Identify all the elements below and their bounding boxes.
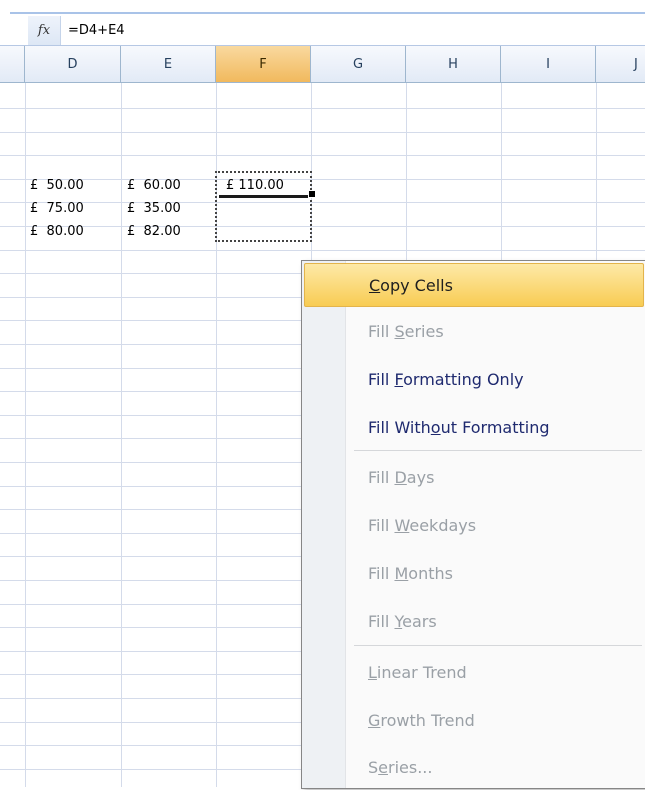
menu-item-text: eekdays — [409, 516, 477, 535]
cell-e4[interactable]: £ 60.00 — [127, 176, 181, 196]
menu-item-9[interactable]: Growth Trend — [304, 699, 644, 743]
column-header-i[interactable]: I — [501, 46, 596, 82]
column-header-h[interactable]: H — [406, 46, 501, 82]
menu-item-text: onths — [408, 564, 453, 583]
menu-item-text: Fill — [368, 370, 395, 389]
grid-line — [121, 83, 122, 787]
menu-item-text: S — [368, 758, 379, 777]
cell-d4[interactable]: £ 50.00 — [30, 176, 84, 196]
menu-item-accelerator: Y — [394, 612, 403, 631]
fill-handle[interactable] — [308, 190, 316, 198]
column-headers: D E F G H I J — [0, 46, 645, 83]
menu-item-text: Fill — [368, 516, 395, 535]
menu-item-accelerator: M — [394, 564, 409, 583]
menu-item-text: ormatting Only — [403, 370, 524, 389]
menu-item-2[interactable]: Fill Formatting Only — [304, 358, 644, 402]
menu-item-5[interactable]: Fill Weekdays — [304, 504, 644, 548]
column-header-g[interactable]: G — [311, 46, 406, 82]
menu-item-6[interactable]: Fill Months — [304, 552, 644, 596]
menu-item-10[interactable]: Series... — [304, 746, 644, 790]
grid-line — [0, 155, 645, 156]
menu-item-3[interactable]: Fill Without Formatting — [304, 406, 644, 450]
ribbon-edge — [0, 0, 645, 14]
menu-item-accelerator: W — [394, 516, 410, 535]
formula-input[interactable]: =D4+E4 — [68, 16, 125, 45]
menu-item-text: opy Cells — [380, 276, 453, 295]
insert-function-icon[interactable]: fx — [28, 16, 61, 45]
formula-bar: fx =D4+E4 — [0, 16, 645, 46]
menu-item-text: ays — [406, 468, 435, 487]
menu-item-text: eries — [404, 322, 444, 341]
menu-item-text: Fill — [368, 612, 395, 631]
menu-item-accelerator: D — [394, 468, 407, 487]
menu-item-8[interactable]: Linear Trend — [304, 651, 644, 695]
selection-underline — [219, 195, 310, 198]
menu-item-accelerator: C — [369, 276, 381, 295]
column-header-j[interactable]: J — [596, 46, 645, 82]
column-header-e[interactable]: E — [121, 46, 216, 82]
menu-item-text: ears — [402, 612, 437, 631]
menu-item-accelerator: L — [368, 663, 377, 682]
grid-line — [0, 108, 645, 109]
menu-item-accelerator: G — [368, 711, 381, 730]
cell-e5[interactable]: £ 35.00 — [127, 199, 181, 219]
cell-d5[interactable]: £ 75.00 — [30, 199, 84, 219]
menu-item-text: ut Formatting — [440, 418, 550, 437]
menu-item-accelerator: S — [394, 322, 405, 341]
menu-item-1[interactable]: Fill Series — [304, 310, 644, 354]
menu-item-text: Fill — [368, 564, 395, 583]
cell-e6[interactable]: £ 82.00 — [127, 222, 181, 242]
menu-separator — [354, 450, 642, 451]
menu-item-0[interactable]: Copy Cells — [304, 263, 644, 307]
autofill-context-menu: Copy Cells Fill Series Fill Formatting Onl… — [301, 260, 645, 789]
grid-line — [0, 202, 645, 203]
menu-item-text: ries... — [388, 758, 433, 777]
cell-d6[interactable]: £ 80.00 — [30, 222, 84, 242]
menu-item-text: Fill — [368, 468, 395, 487]
menu-item-accelerator: e — [378, 758, 388, 777]
grid-line — [0, 179, 645, 180]
menu-item-text: rowth Trend — [380, 711, 475, 730]
grid-line — [0, 250, 645, 251]
menu-item-accelerator: F — [394, 370, 404, 389]
column-header-d[interactable]: D — [25, 46, 121, 82]
grid-line — [0, 132, 645, 133]
menu-separator — [354, 645, 642, 646]
column-header-f[interactable]: F — [216, 46, 311, 82]
row-header-corner[interactable] — [0, 46, 25, 82]
menu-item-4[interactable]: Fill Days — [304, 456, 644, 500]
menu-item-text: inear Trend — [376, 663, 467, 682]
grid-line — [0, 226, 645, 227]
selection-range — [215, 171, 312, 242]
menu-item-text: Fill — [368, 322, 395, 341]
menu-item-text: Fill With — [368, 418, 431, 437]
menu-item-7[interactable]: Fill Years — [304, 600, 644, 644]
grid-line — [25, 83, 26, 787]
menu-item-accelerator: o — [430, 418, 441, 437]
